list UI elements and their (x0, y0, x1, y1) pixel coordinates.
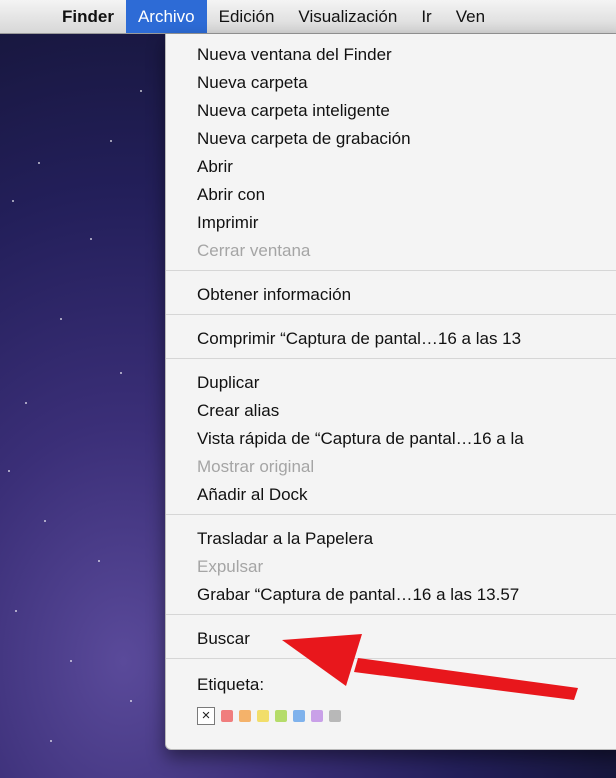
menu-item-imprimir[interactable]: Imprimir (197, 212, 258, 234)
menu-separator (166, 270, 616, 271)
menu-item-duplicar[interactable]: Duplicar (197, 372, 259, 394)
apple-menu-icon[interactable] (0, 0, 36, 33)
label-orange-swatch[interactable] (239, 710, 251, 722)
label-purple-swatch[interactable] (311, 710, 323, 722)
menu-label-etiqueta: Etiqueta: (197, 675, 265, 694)
menu-item-trasladar-papelera[interactable]: Trasladar a la Papelera (197, 528, 373, 550)
menu-item-nueva-carpeta-inteligente[interactable]: Nueva carpeta inteligente (197, 100, 390, 122)
menu-item-vista-rapida[interactable]: Vista rápida de “Captura de pantal…16 a … (197, 428, 524, 450)
menu-item-grabar[interactable]: Grabar “Captura de pantal…16 a las 13.57 (197, 584, 519, 606)
menu-item-anadir-dock[interactable]: Añadir al Dock (197, 484, 308, 506)
label-green-swatch[interactable] (275, 710, 287, 722)
menu-item-buscar[interactable]: Buscar (197, 628, 250, 650)
archivo-dropdown-menu: Nueva ventana del Finder Nueva carpeta N… (165, 34, 616, 750)
menu-bar: Finder Archivo Edición Visualización Ir … (0, 0, 616, 34)
label-color-swatches: × (197, 707, 347, 725)
menu-item-expulsar: Expulsar (197, 557, 264, 576)
label-gray-swatch[interactable] (329, 710, 341, 722)
menubar-edicion[interactable]: Edición (207, 0, 287, 33)
label-blue-swatch[interactable] (293, 710, 305, 722)
label-yellow-swatch[interactable] (257, 710, 269, 722)
menu-item-mostrar-original: Mostrar original (197, 457, 315, 476)
menu-item-nueva-carpeta[interactable]: Nueva carpeta (197, 72, 308, 94)
menu-item-nueva-ventana[interactable]: Nueva ventana del Finder (197, 44, 392, 66)
menu-separator (166, 614, 616, 615)
menu-item-abrir[interactable]: Abrir (197, 156, 233, 178)
menubar-archivo[interactable]: Archivo (125, 0, 207, 33)
menu-item-comprimir[interactable]: Comprimir “Captura de pantal…16 a las 13 (197, 328, 521, 350)
label-red-swatch[interactable] (221, 710, 233, 722)
menu-item-cerrar-ventana: Cerrar ventana (197, 241, 311, 260)
menu-separator (166, 358, 616, 359)
menu-separator (166, 658, 616, 659)
menubar-ventana[interactable]: Ven (444, 0, 497, 33)
menubar-visualizacion[interactable]: Visualización (286, 0, 409, 33)
menubar-ir[interactable]: Ir (409, 0, 443, 33)
menu-separator (166, 314, 616, 315)
menu-item-abrir-con[interactable]: Abrir con (197, 184, 265, 206)
menu-separator (166, 514, 616, 515)
menu-item-nueva-carpeta-grabacion[interactable]: Nueva carpeta de grabación (197, 128, 411, 150)
label-none-swatch[interactable]: × (197, 707, 215, 725)
menu-item-obtener-informacion[interactable]: Obtener información (197, 284, 351, 306)
menu-item-crear-alias[interactable]: Crear alias (197, 400, 279, 422)
menubar-finder[interactable]: Finder (36, 0, 126, 33)
